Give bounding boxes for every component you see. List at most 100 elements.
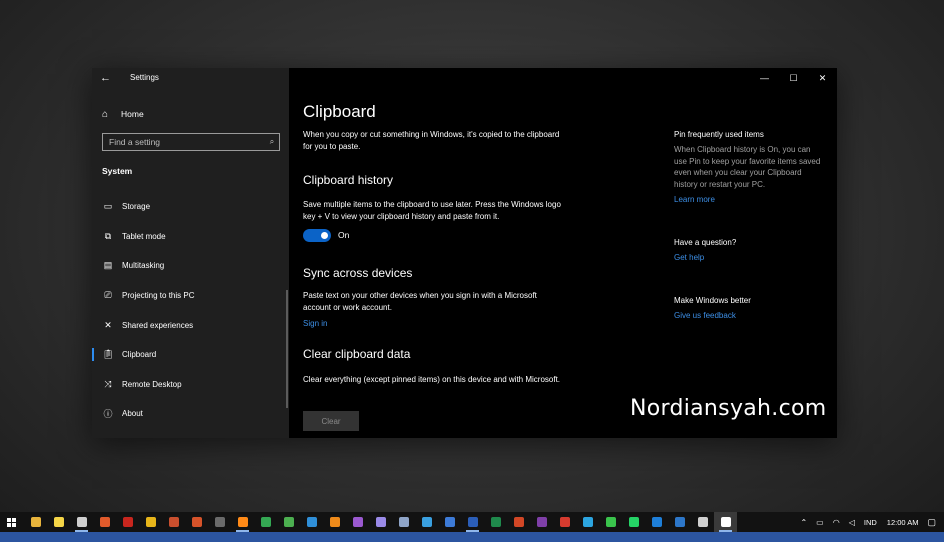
learn-more-link[interactable]: Learn more [674, 195, 824, 204]
sidebar-item-multitasking[interactable]: ▤ Multitasking [92, 251, 289, 281]
language-indicator[interactable]: IND [864, 518, 877, 527]
media-icon [191, 517, 202, 527]
start-button[interactable] [0, 512, 22, 532]
taskbar-app[interactable] [139, 512, 162, 532]
sidebar-item-shared-experiences[interactable]: ✕ Shared experiences [92, 310, 289, 340]
close-button[interactable]: ✕ [808, 68, 837, 88]
taskbar-apps [24, 512, 737, 532]
clear-description: Clear everything (except pinned items) o… [303, 375, 561, 384]
pin-heading: Pin frequently used items [674, 130, 764, 139]
taskbar-app[interactable] [530, 512, 553, 532]
taskbar-app[interactable] [300, 512, 323, 532]
sidebar-item-label: Multitasking [122, 261, 165, 271]
minimize-button[interactable]: — [750, 68, 779, 88]
multitasking-icon: ▤ [103, 260, 113, 271]
pin-text: When Clipboard history is On, you can us… [674, 145, 821, 189]
taskbar-app[interactable] [576, 512, 599, 532]
sidebar-item-tablet-mode[interactable]: ⧉ Tablet mode [92, 222, 289, 252]
about-icon: ⓘ [103, 409, 113, 420]
sticky-notes-icon [53, 517, 64, 527]
system-tray: ⌃ ▭ ◠ ◁ IND 12:00 AM ▢ [800, 512, 944, 532]
taskbar-app[interactable] [599, 512, 622, 532]
question-panel: Have a question? Get help [674, 238, 824, 262]
battery-icon[interactable]: ▭ [816, 518, 824, 527]
taskbar-app[interactable] [116, 512, 139, 532]
sidebar-item-storage[interactable]: ▭ Storage [92, 192, 289, 222]
telegram-icon [582, 517, 593, 527]
taskbar-app[interactable] [208, 512, 231, 532]
firefox-icon [237, 517, 248, 527]
taskbar-app[interactable] [254, 512, 277, 532]
taskbar-app[interactable] [346, 512, 369, 532]
sidebar-item-label: Shared experiences [122, 320, 194, 330]
taskbar-app[interactable] [668, 512, 691, 532]
installer-icon [421, 517, 432, 527]
title-bar: ← Settings [92, 68, 289, 88]
back-arrow-icon[interactable]: ← [100, 72, 111, 84]
taskbar-app[interactable] [323, 512, 346, 532]
taskbar-app[interactable] [185, 512, 208, 532]
bottom-band [0, 532, 944, 542]
get-help-link[interactable]: Get help [674, 253, 824, 262]
clear-button[interactable]: Clear [303, 411, 359, 431]
sidebar-scrollbar[interactable] [286, 290, 288, 408]
tool-icon [99, 517, 110, 527]
pdf-icon [559, 517, 570, 527]
powerpoint-icon [513, 517, 524, 527]
teamviewer-icon [651, 517, 662, 527]
taskbar-app[interactable] [714, 512, 737, 532]
pin-panel: Pin frequently used items When Clipboard… [674, 130, 824, 204]
page-title: Clipboard [303, 102, 376, 121]
clock[interactable]: 12:00 AM [887, 518, 919, 527]
sidebar-item-label: Home [121, 109, 144, 119]
taskbar-app[interactable] [369, 512, 392, 532]
taskbar-app[interactable] [438, 512, 461, 532]
taskbar-app[interactable] [507, 512, 530, 532]
remote-desktop-icon: ⤨ [104, 378, 112, 389]
winamp-icon [145, 517, 156, 527]
sidebar-item-label: Clipboard [122, 350, 157, 360]
sidebar-item-home[interactable]: ⌂ Home [102, 107, 282, 121]
taskbar-app[interactable] [645, 512, 668, 532]
sidebar-item-clipboard[interactable]: 📋︎ Clipboard [92, 340, 289, 370]
wifi-icon[interactable]: ◠ [833, 518, 840, 527]
toggle-state-label: On [338, 230, 350, 240]
search-box[interactable]: ⌕ [102, 133, 280, 151]
sidebar-item-projecting[interactable]: ⎚ Projecting to this PC [92, 281, 289, 311]
feedback-heading: Make Windows better [674, 296, 751, 305]
taskbar-app[interactable] [622, 512, 645, 532]
sidebar-item-label: Storage [122, 202, 151, 212]
taskbar-app[interactable] [553, 512, 576, 532]
onenote-icon [536, 517, 547, 527]
taskbar-app[interactable] [691, 512, 714, 532]
taskbar-app[interactable] [484, 512, 507, 532]
intro-text: When you copy or cut something in Window… [303, 130, 560, 151]
give-feedback-link[interactable]: Give us feedback [674, 311, 824, 320]
taskbar-app[interactable] [415, 512, 438, 532]
photoshop-icon [306, 517, 317, 527]
projecting-icon: ⎚ [104, 290, 112, 301]
notification-icon[interactable]: ▢ [927, 517, 936, 528]
shared-experiences-icon: ✕ [104, 319, 112, 330]
maximize-button[interactable]: ☐ [779, 68, 808, 88]
chevron-up-icon[interactable]: ⌃ [800, 518, 807, 527]
sync-description: Paste text on your other devices when yo… [303, 291, 537, 312]
taskbar-app[interactable] [231, 512, 254, 532]
taskbar-app[interactable] [47, 512, 70, 532]
taskbar-app[interactable] [392, 512, 415, 532]
taskbar-app[interactable] [24, 512, 47, 532]
volume-icon[interactable]: ◁ [849, 518, 855, 527]
sidebar-item-about[interactable]: ⓘ About [92, 399, 289, 429]
watermark-text: Nordiansyah.com [630, 396, 827, 421]
search-input[interactable] [109, 137, 265, 147]
clipboard-history-toggle[interactable] [303, 229, 331, 242]
question-heading: Have a question? [674, 238, 737, 247]
taskbar-app[interactable] [277, 512, 300, 532]
sidebar-item-remote-desktop[interactable]: ⤨ Remote Desktop [92, 370, 289, 400]
taskbar-app[interactable] [70, 512, 93, 532]
taskbar-app[interactable] [93, 512, 116, 532]
search-icon[interactable]: ⌕ [265, 137, 279, 147]
taskbar-app[interactable] [162, 512, 185, 532]
sign-in-link[interactable]: Sign in [303, 319, 327, 328]
taskbar-app[interactable] [461, 512, 484, 532]
